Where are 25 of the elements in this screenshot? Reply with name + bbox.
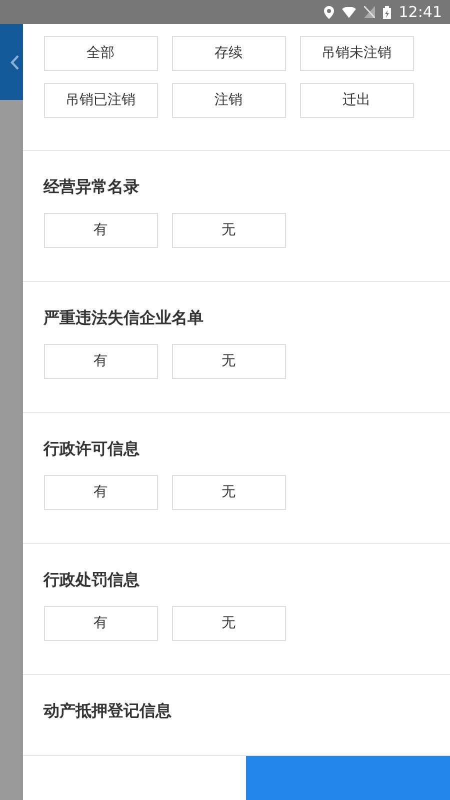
filter-option[interactable]: 迁出 [300,83,414,118]
section-title: 行政处罚信息 [44,569,141,590]
section-title: 动产抵押登记信息 [44,700,173,721]
filter-option[interactable]: 注销 [172,83,286,118]
section-title: 经营异常名录 [44,176,141,197]
section-title: 严重违法失信企业名单 [44,307,205,328]
battery-icon [382,6,391,18]
filter-option[interactable]: 有 [44,606,158,641]
filter-option[interactable]: 吊销未注销 [300,36,414,71]
filter-option[interactable]: 无 [172,606,286,641]
filter-option[interactable]: 无 [172,213,286,248]
filter-option[interactable]: 存续 [172,36,286,71]
location-icon [324,6,334,18]
filter-option[interactable]: 吊销已注销 [44,83,158,118]
wifi-icon [342,6,356,18]
filter-option[interactable]: 全部 [44,36,158,71]
clock-time: 12:41 [398,2,442,23]
filter-option[interactable]: 有 [44,475,158,510]
no-signal-icon [364,6,375,18]
filter-option[interactable]: 无 [172,344,286,379]
back-icon[interactable] [10,54,19,70]
filter-option[interactable]: 有 [44,213,158,248]
section-title: 行政许可信息 [44,438,141,459]
filter-option[interactable]: 有 [44,344,158,379]
filter-option[interactable]: 无 [172,475,286,510]
